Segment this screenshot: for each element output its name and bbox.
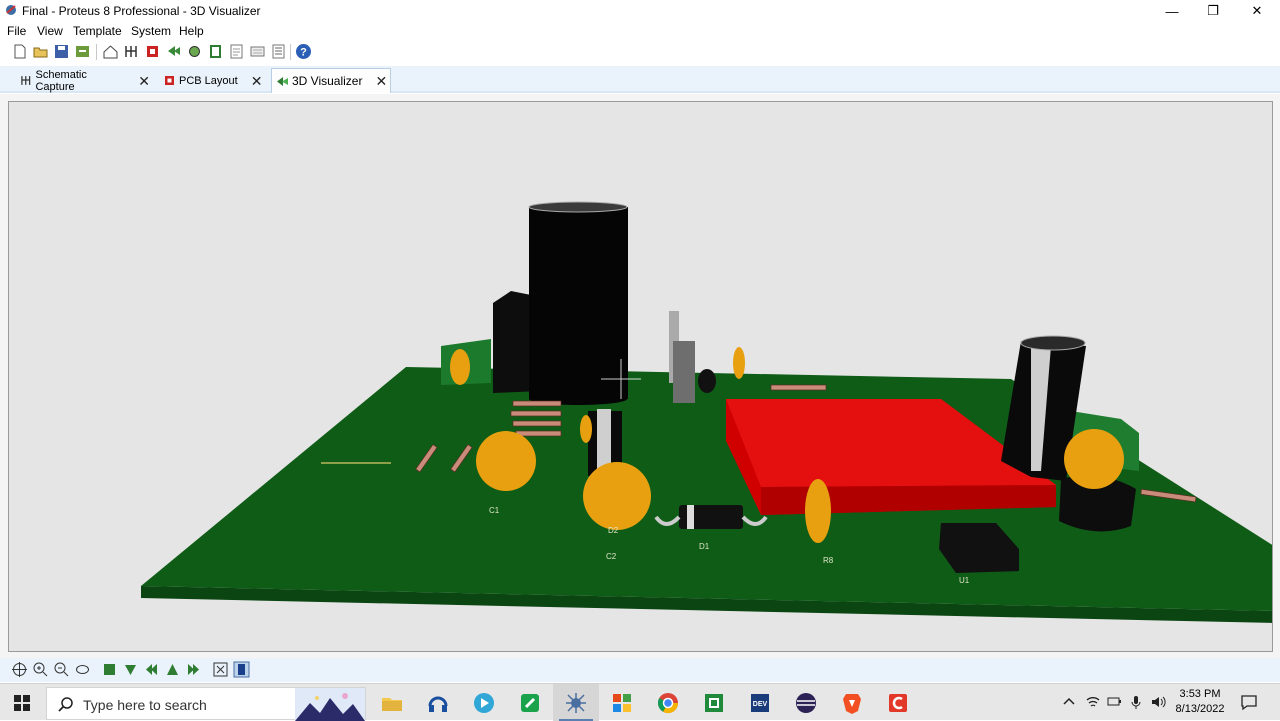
menu-file[interactable]: File [7,24,26,38]
menu-help[interactable]: Help [179,24,204,38]
open-icon[interactable] [32,43,49,60]
clock-time: 3:53 PM [1179,688,1221,700]
eclipse-icon[interactable] [792,689,820,717]
3d-icon[interactable] [186,43,203,60]
silk-label: R8 [823,556,834,565]
wifi-icon[interactable] [1085,694,1101,710]
schematic-icon [21,76,31,85]
tab-close-icon[interactable]: ✕ [138,74,150,88]
search-icon [58,697,73,712]
tab-label: Schematic Capture [35,68,87,93]
silk-label: D1 [699,542,710,551]
list-icon[interactable] [270,43,287,60]
code-blocks-icon[interactable] [700,689,728,717]
silk-label: C1 [489,506,500,515]
tab-schematic-capture[interactable]: Schematic Capture ✕ [20,68,150,93]
electrolytic-capacitor [529,207,628,399]
zoom-in-icon[interactable] [32,661,49,678]
main-toolbar: ? [0,40,1280,64]
right-view-icon[interactable] [185,661,202,678]
office-icon[interactable] [608,689,636,717]
window-title: Final - Proteus 8 Professional - 3D Visu… [22,4,261,18]
view-toolbar [0,658,1280,682]
bom-icon[interactable] [207,43,224,60]
search-highlight-icon [295,688,365,721]
menu-template[interactable]: Template [73,24,122,38]
help-icon[interactable]: ? [295,43,312,60]
import-icon[interactable] [74,43,91,60]
left-view-icon[interactable] [143,661,160,678]
windows-start-icon[interactable] [8,692,36,714]
svg-text:?: ? [300,47,307,59]
orbit-icon[interactable] [74,661,91,678]
proteus-app-icon [6,5,16,15]
3d-visualizer-icon [277,76,288,86]
phone-link-icon[interactable] [516,689,544,717]
windows-taskbar: Type here to search DEV 3:53 PM 8/13/202… [0,683,1280,721]
tab-close-icon[interactable]: ✕ [251,74,263,88]
menu-view[interactable]: View [37,24,63,38]
search-placeholder: Type here to search [83,697,207,713]
volume-icon[interactable] [1150,694,1166,710]
zoom-out-icon[interactable] [53,661,70,678]
document-tabs: Schematic Capture ✕ PCB Layout ✕ 3D Visu… [0,66,1280,93]
maximize-button[interactable]: ❐ [1191,0,1235,22]
dev-cpp-icon[interactable]: DEV [746,689,774,717]
pcb-icon[interactable] [144,43,161,60]
pcb-3d-render: C1 C2 D1 D2 R8 U1 [141,201,1272,623]
tab-close-icon[interactable]: ✕ [375,74,387,88]
silk-label: U1 [959,576,970,585]
minimize-button[interactable]: — [1150,0,1194,22]
close-button[interactable]: ✕ [1235,0,1279,22]
clock-date: 8/13/2022 [1175,703,1225,715]
mic-icon[interactable] [1128,694,1144,710]
pan-icon[interactable] [11,661,28,678]
back-view-icon[interactable] [164,661,181,678]
taskbar-clock[interactable]: 3:53 PM 8/13/2022 [1170,687,1230,717]
media-player-icon[interactable] [470,689,498,717]
tab-pcb-layout[interactable]: PCB Layout ✕ [163,68,265,93]
svg-text:DEV: DEV [753,701,768,708]
tab-label: PCB Layout [179,74,238,87]
schematic-icon[interactable] [123,43,140,60]
chevron-up-icon[interactable] [1061,694,1077,710]
gerber-icon[interactable] [165,43,182,60]
front-view-icon[interactable] [122,661,139,678]
new-icon[interactable] [11,43,28,60]
fit-icon[interactable] [212,661,229,678]
chrome-icon[interactable] [654,689,682,717]
flip-icon[interactable] [233,661,250,678]
top-view-icon[interactable] [101,661,118,678]
brave-icon[interactable] [838,689,866,717]
silk-label: C2 [606,552,617,561]
menu-system[interactable]: System [131,24,171,38]
home-icon[interactable] [102,43,119,60]
notes-icon[interactable] [228,43,245,60]
report-icon[interactable] [249,43,266,60]
menu-bar: File View Template System Help [0,22,1280,40]
headphones-app-icon[interactable] [424,689,452,717]
codeblocks-red-icon[interactable] [884,689,912,717]
proteus-icon[interactable] [562,689,590,717]
taskbar-search[interactable]: Type here to search [46,687,366,721]
tab-label: 3D Visualizer [292,74,363,88]
tab-3d-visualizer[interactable]: 3D Visualizer ✕ [271,68,391,93]
silk-label: D2 [608,526,619,535]
save-icon[interactable] [53,43,70,60]
network-icon[interactable] [1106,694,1122,710]
title-bar: Final - Proteus 8 Professional - 3D Visu… [0,0,1280,22]
3d-viewport[interactable]: C1 C2 D1 D2 R8 U1 [8,101,1273,652]
pcb-icon [165,76,174,85]
file-explorer-icon[interactable] [378,689,406,717]
notification-icon[interactable] [1240,693,1258,711]
